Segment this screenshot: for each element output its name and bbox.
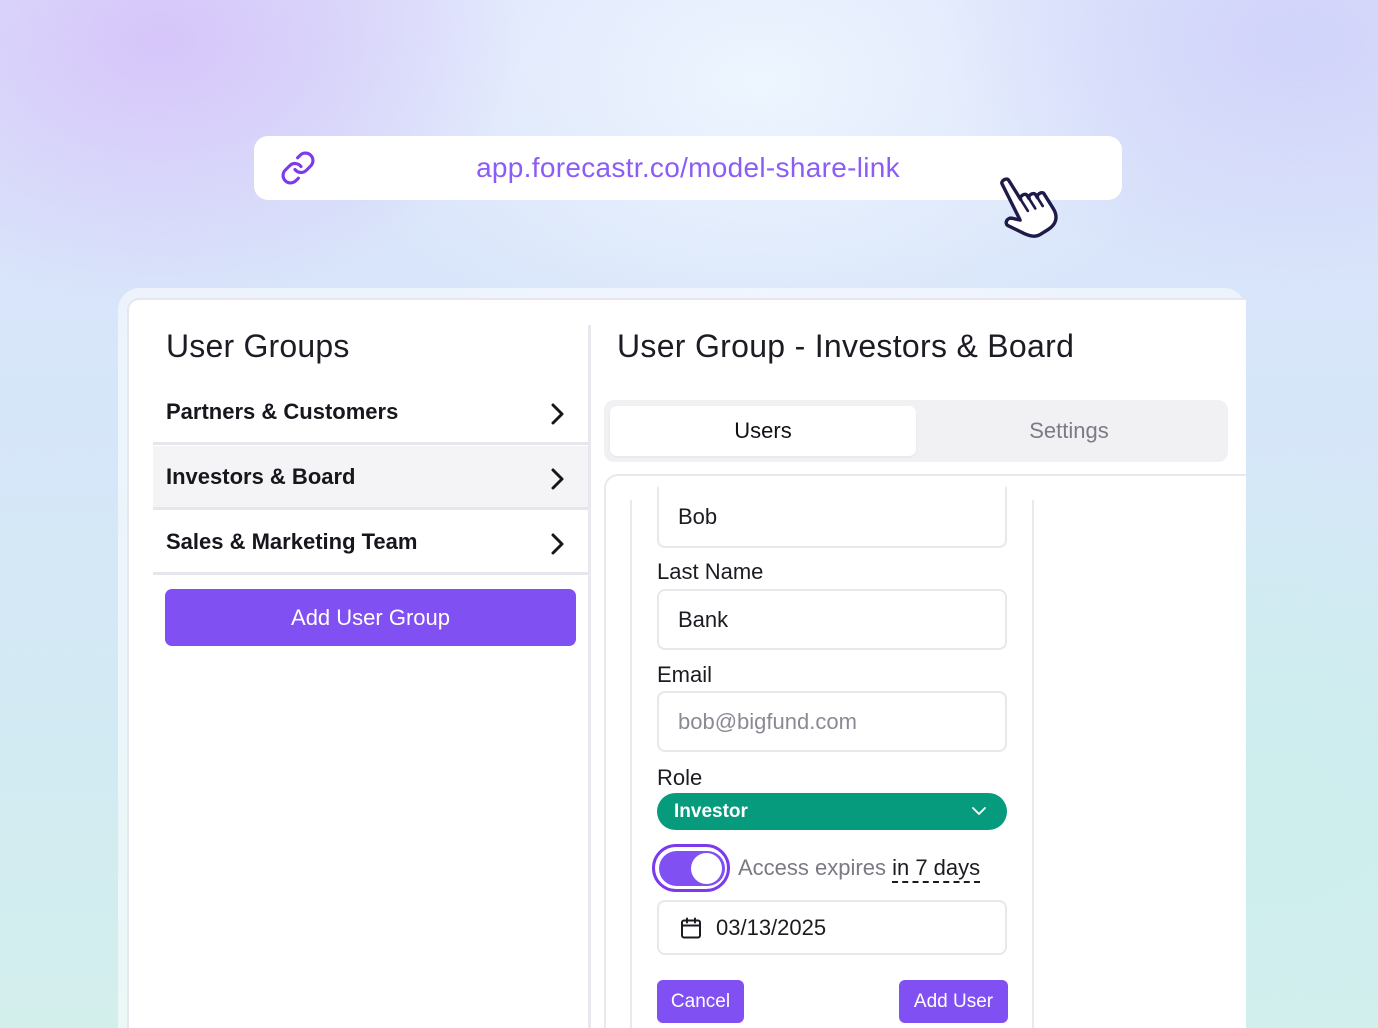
- access-expiry-duration-link[interactable]: in 7 days: [892, 855, 981, 883]
- tab-users[interactable]: Users: [610, 406, 916, 456]
- hand-pointer-icon: [1000, 177, 1058, 238]
- group-item-label: Investors & Board: [166, 464, 356, 489]
- access-expiry-toggle[interactable]: [659, 851, 725, 886]
- group-item-label: Partners & Customers: [166, 399, 399, 424]
- group-item-sales-marketing[interactable]: Sales & Marketing Team: [153, 511, 588, 575]
- add-user-button[interactable]: Add User: [899, 980, 1008, 1023]
- role-select-value: Investor: [674, 800, 748, 822]
- access-expiry-text: Access expires in 7 days: [738, 855, 981, 883]
- expiry-date-value: 03/13/2025: [716, 915, 827, 940]
- group-item-label: Sales & Marketing Team: [166, 529, 418, 554]
- group-item-investors-board[interactable]: Investors & Board: [153, 446, 588, 510]
- access-expiry-label: Access expires: [738, 855, 886, 880]
- chevron-down-icon: [972, 807, 986, 815]
- email-field[interactable]: bob@bigfund.com: [657, 691, 1007, 752]
- email-label: Email: [657, 662, 713, 687]
- expiry-date-field[interactable]: 03/13/2025: [657, 900, 1007, 955]
- chevron-right-icon: [551, 403, 564, 425]
- last-name-field[interactable]: Bank: [657, 589, 1007, 650]
- role-label: Role: [657, 765, 703, 790]
- tab-bar: Users Settings: [604, 400, 1228, 462]
- last-name-label: Last Name: [657, 559, 764, 584]
- page-title: User Group - Investors & Board: [617, 328, 1075, 364]
- role-select[interactable]: Investor: [657, 793, 1007, 830]
- group-item-partners-customers[interactable]: Partners & Customers: [153, 381, 588, 445]
- toggle-knob: [691, 853, 722, 884]
- form-panel-edge: [1032, 500, 1034, 1028]
- add-user-group-button[interactable]: Add User Group: [165, 589, 576, 646]
- column-divider: [588, 325, 591, 1028]
- chevron-right-icon: [551, 533, 564, 555]
- chevron-right-icon: [551, 468, 564, 490]
- cancel-button[interactable]: Cancel: [657, 980, 744, 1023]
- user-groups-title: User Groups: [166, 328, 350, 364]
- calendar-icon: [681, 917, 701, 939]
- tab-settings[interactable]: Settings: [916, 406, 1222, 456]
- form-panel-edge: [630, 500, 632, 1028]
- first-name-field[interactable]: Bob: [657, 486, 1007, 548]
